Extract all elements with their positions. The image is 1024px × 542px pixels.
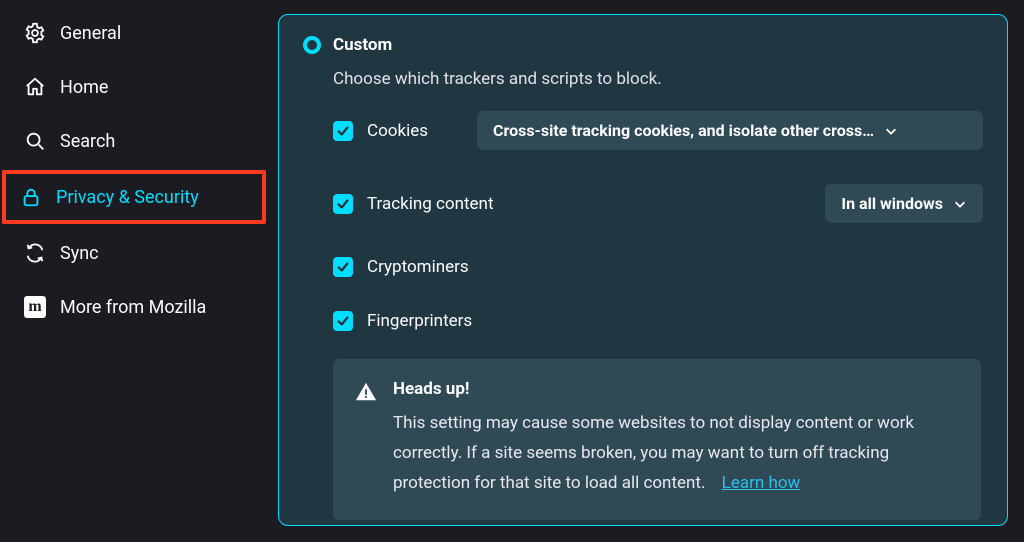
option-label: Tracking content [367,194,494,214]
cookies-select[interactable]: Cross-site tracking cookies, and isolate… [477,111,983,150]
option-row-cryptominers: Cryptominers [333,257,983,277]
select-value: Cross-site tracking cookies, and isolate… [493,121,874,140]
sidebar-item-home[interactable]: Home [6,62,262,112]
warning-icon [355,381,377,403]
option-row-cookies: Cookies Cross-site tracking cookies, and… [333,111,983,150]
checkbox-fingerprinters[interactable] [333,311,353,331]
sidebar-item-more-mozilla[interactable]: m More from Mozilla [6,282,262,332]
option-label: Cookies [367,121,428,141]
radio-label: Custom [333,35,392,55]
checkbox-cookies[interactable] [333,121,353,141]
search-icon [24,130,46,152]
alert-text: This setting may cause some websites to … [393,409,959,498]
option-row-fingerprinters: Fingerprinters [333,311,983,331]
chevron-down-icon [884,124,898,138]
protection-level-radio-custom[interactable]: Custom [303,35,983,55]
lock-icon [20,186,42,208]
custom-protection-panel: Custom Choose which trackers and scripts… [278,14,1008,526]
option-label: Cryptominers [367,257,469,277]
alert-title: Heads up! [393,379,959,399]
sidebar-item-label: Home [60,77,108,98]
heads-up-alert: Heads up! This setting may cause some we… [333,359,981,520]
option-label: Fingerprinters [367,311,472,331]
select-value: In all windows [841,194,943,213]
home-icon [24,76,46,98]
sidebar-item-search[interactable]: Search [6,116,262,166]
alert-text-body: This setting may cause some websites to … [393,413,914,493]
mozilla-icon: m [24,296,46,318]
settings-sidebar: General Home Search [0,0,268,542]
learn-how-link[interactable]: Learn how [722,473,801,493]
sidebar-item-general[interactable]: General [6,8,262,58]
sidebar-item-privacy-security[interactable]: Privacy & Security [2,170,266,224]
sidebar-item-label: Sync [60,243,99,264]
sync-icon [24,242,46,264]
chevron-down-icon [953,197,967,211]
sidebar-item-label: General [60,23,121,44]
tracking-content-select[interactable]: In all windows [825,184,983,223]
sidebar-item-label: Search [60,131,115,152]
sidebar-item-label: Privacy & Security [56,187,199,208]
panel-subtitle: Choose which trackers and scripts to blo… [333,69,983,89]
radio-selected-icon [303,36,321,54]
checkbox-tracking-content[interactable] [333,194,353,214]
sidebar-item-label: More from Mozilla [60,297,206,318]
checkbox-cryptominers[interactable] [333,257,353,277]
settings-content: Custom Choose which trackers and scripts… [268,0,1024,542]
gear-icon [24,22,46,44]
sidebar-item-sync[interactable]: Sync [6,228,262,278]
option-row-tracking-content: Tracking content In all windows [333,184,983,223]
